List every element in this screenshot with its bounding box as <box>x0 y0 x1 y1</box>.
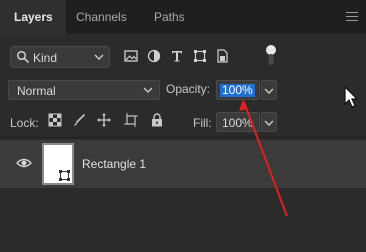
annotation-arrow <box>239 99 288 217</box>
mouse-cursor-icon <box>344 86 359 108</box>
layers-panel: Layers Channels Paths Kind Normal Opacit… <box>0 0 366 252</box>
